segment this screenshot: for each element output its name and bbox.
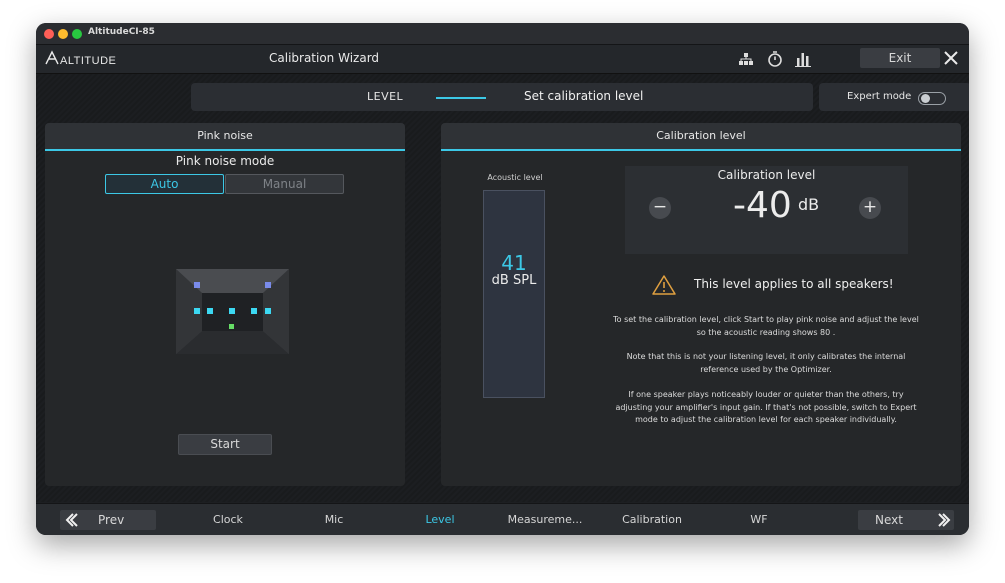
tab-wf[interactable]: WF xyxy=(714,513,804,526)
window-title: AltitudeCI-85 xyxy=(88,27,155,37)
note-paragraph: Note that this is not your listening lev… xyxy=(626,352,906,374)
brand-logo: ALTITUDE xyxy=(45,50,116,66)
expert-mode-toggle[interactable] xyxy=(918,92,946,105)
close-window-button[interactable] xyxy=(44,29,54,39)
decrease-level-button[interactable]: − xyxy=(649,197,671,219)
calibration-panel-title: Calibration level xyxy=(441,123,961,151)
start-button[interactable]: Start xyxy=(178,434,272,455)
calibration-level-panel: Calibration level Acoustic level 41 dB S… xyxy=(441,123,961,486)
expert-mode-label: Expert mode xyxy=(847,91,912,102)
calibration-level-title: Calibration level xyxy=(717,168,816,182)
pink-noise-mode-title: Pink noise mode xyxy=(175,154,275,168)
title-bar: AltitudeCI-85 xyxy=(36,23,969,45)
calibration-level-value: -40 xyxy=(733,185,792,226)
acoustic-level-label: Acoustic level xyxy=(487,173,543,182)
expert-mode-control: Expert mode xyxy=(819,83,969,111)
auto-mode-button[interactable]: Auto xyxy=(105,174,224,194)
warning-message: This level applies to all speakers! xyxy=(694,277,894,291)
tab-clock[interactable]: Clock xyxy=(183,513,273,526)
network-icon[interactable] xyxy=(737,50,755,68)
instruction-paragraph: To set the calibration level, click Star… xyxy=(613,315,919,337)
acoustic-level-meter: 41 dB SPL xyxy=(483,190,545,398)
gain-paragraph: If one speaker plays noticeably louder o… xyxy=(615,390,917,424)
tab-calibration[interactable]: Calibration xyxy=(607,513,697,526)
manual-mode-button[interactable]: Manual xyxy=(225,174,344,194)
step-progress-line xyxy=(436,97,486,99)
bar-chart-icon[interactable] xyxy=(794,50,812,68)
acoustic-level-value: 41 xyxy=(501,251,527,275)
close-icon[interactable] xyxy=(942,49,960,67)
app-window: AltitudeCI-85 ALTITUDE Calibration Wizar… xyxy=(36,23,969,535)
speaker-layout-diagram xyxy=(176,269,289,354)
calibration-level-control: Calibration level − -40 dB + xyxy=(625,166,908,254)
warning-icon xyxy=(652,275,676,295)
svg-text:ALTITUDE: ALTITUDE xyxy=(60,55,116,66)
next-button[interactable]: Next xyxy=(858,510,954,530)
stopwatch-icon[interactable] xyxy=(766,50,784,68)
toggle-knob xyxy=(921,94,930,103)
step-label: LEVEL xyxy=(367,90,404,103)
acoustic-level-unit: dB SPL xyxy=(491,273,537,288)
page-title: Calibration Wizard xyxy=(269,51,380,65)
chevron-left-icon xyxy=(65,513,78,527)
increase-level-button[interactable]: + xyxy=(859,197,881,219)
app-header: ALTITUDE Calibration Wizard Exit xyxy=(36,45,969,74)
tab-level[interactable]: Level xyxy=(395,513,485,526)
next-label: Next xyxy=(875,513,903,527)
step-indicator: LEVEL Set calibration level xyxy=(191,83,813,111)
exit-button[interactable]: Exit xyxy=(860,48,940,68)
prev-label: Prev xyxy=(98,513,125,527)
main-area: LEVEL Set calibration level Expert mode … xyxy=(36,74,969,502)
calibration-level-unit: dB xyxy=(798,195,820,214)
zoom-window-button[interactable] xyxy=(72,29,82,39)
minimize-window-button[interactable] xyxy=(58,29,68,39)
prev-button[interactable]: Prev xyxy=(60,510,156,530)
tab-mic[interactable]: Mic xyxy=(289,513,379,526)
tab-measurement[interactable]: Measureme... xyxy=(500,513,590,526)
chevron-right-icon xyxy=(938,513,951,527)
pink-noise-panel: Pink noise Pink noise mode Auto Manual S… xyxy=(45,123,405,486)
step-description: Set calibration level xyxy=(524,89,644,103)
pink-noise-panel-title: Pink noise xyxy=(45,123,405,151)
wizard-navigation: Prev Clock Mic Level Measureme... Calibr… xyxy=(36,503,969,535)
